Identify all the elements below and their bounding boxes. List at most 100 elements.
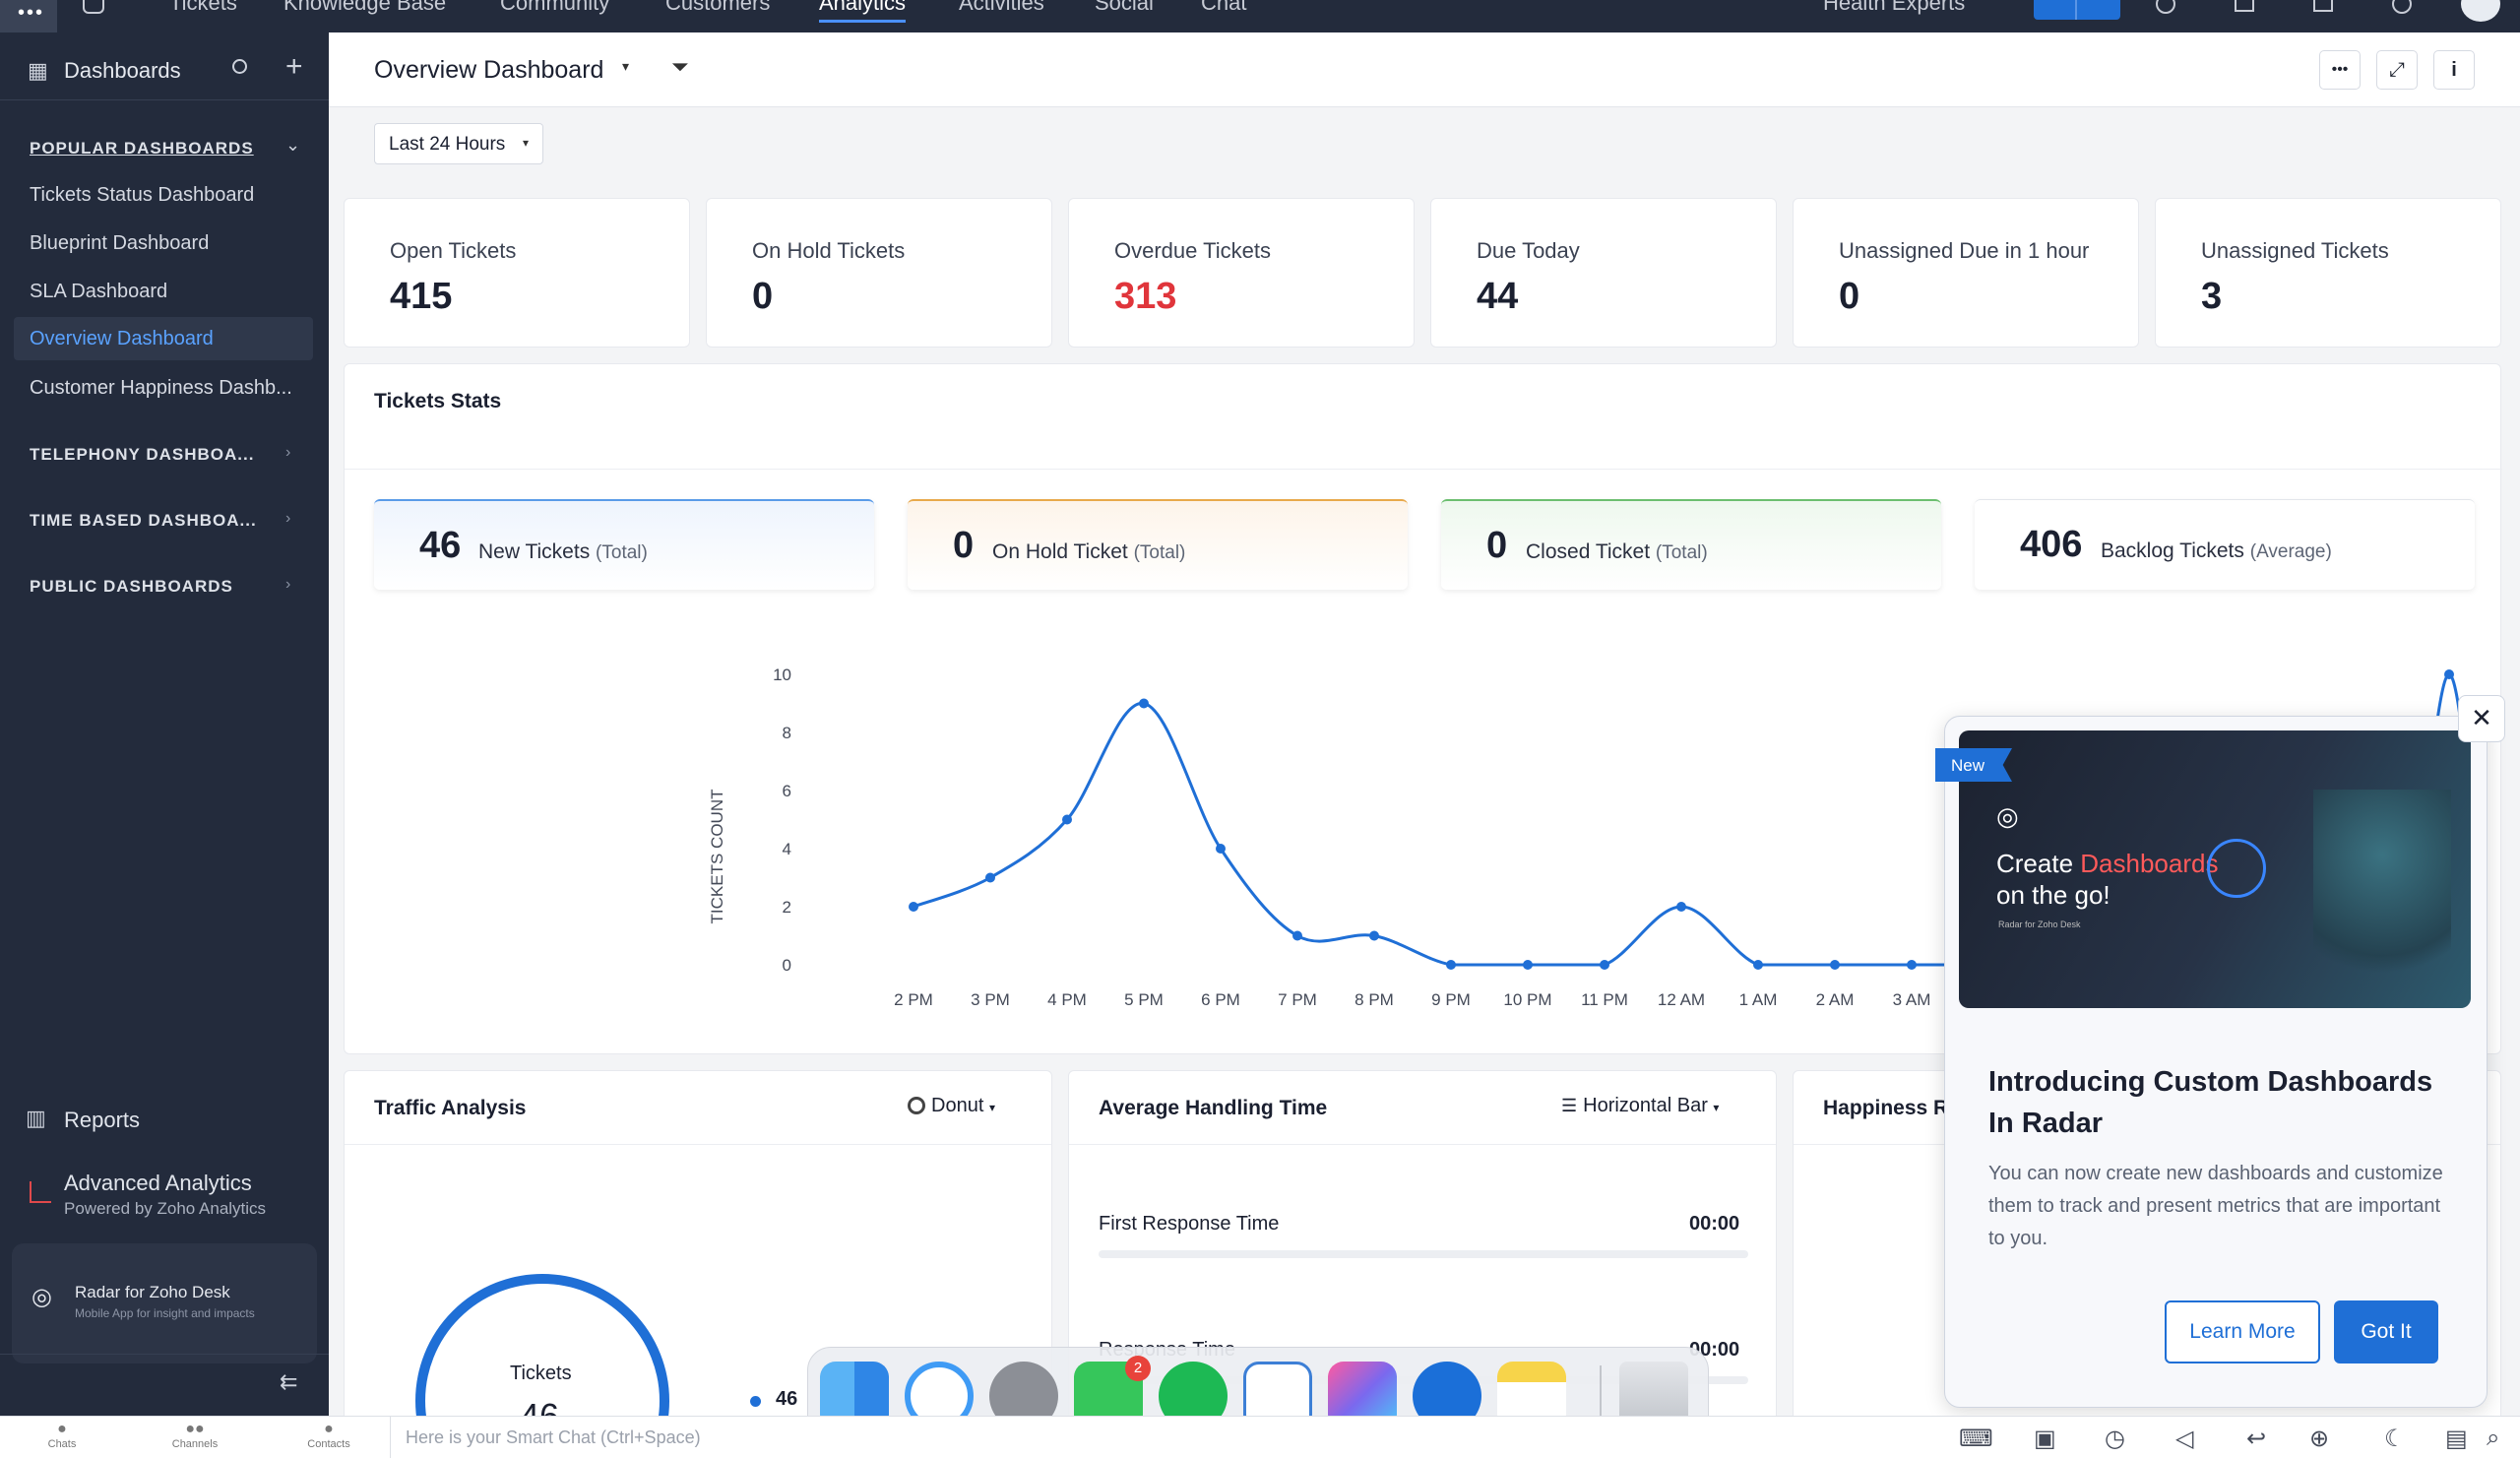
category-telephony[interactable]: TELEPHONY DASHBOA... (30, 445, 254, 465)
nav-customers[interactable]: Customers (665, 0, 770, 16)
promo-image: ◎ Create Dashboards on the go! Radar for… (1959, 730, 2471, 1008)
stat-backlog[interactable]: 406 Backlog Tickets (Average) (1975, 499, 2475, 590)
org-name[interactable]: Health Experts (1823, 0, 1965, 16)
category-time-based[interactable]: TIME BASED DASHBOA... (30, 511, 257, 531)
x-tick-label: 9 PM (1431, 990, 1471, 1009)
more-options-button[interactable]: ••• (2319, 50, 2361, 90)
clock-icon[interactable]: ◷ (2105, 1425, 2125, 1453)
chevron-right-icon[interactable]: › (285, 444, 290, 462)
top-bar: ••• Tickets Knowledge Base Community Cus… (0, 0, 2520, 32)
chart-type-dropdown[interactable]: Donut ▾ (908, 1095, 995, 1117)
legend-value: 46 (776, 1388, 798, 1410)
close-popup-button[interactable]: ✕ (2458, 695, 2505, 742)
got-it-button[interactable]: Got It (2334, 1300, 2438, 1363)
y-tick-label: 2 (783, 898, 791, 917)
caret-down-icon: ▾ (523, 136, 530, 150)
sidebar-item-tickets-status[interactable]: Tickets Status Dashboard (30, 184, 254, 207)
legend-dot (750, 1396, 761, 1407)
divider (345, 469, 2502, 470)
calendar-icon[interactable] (2235, 0, 2254, 12)
tab-channels[interactable]: ●● Channels (165, 1421, 224, 1450)
stat-value: 0 (953, 525, 975, 566)
advanced-analytics-title[interactable]: Advanced Analytics (64, 1171, 252, 1196)
radar-icon: ◎ (32, 1284, 52, 1310)
sidebar-item-sla[interactable]: SLA Dashboard (30, 281, 167, 303)
tab-contacts[interactable]: ● Contacts (299, 1421, 358, 1450)
stat-new-tickets[interactable]: 46 New Tickets (Total) (374, 499, 874, 590)
expand-button[interactable]: ⤢ (2376, 50, 2418, 90)
data-point (1600, 960, 1609, 970)
accessibility-icon[interactable]: ⊕ (2309, 1425, 2329, 1453)
radar-promo-card[interactable]: ◎ Radar for Zoho Desk Mobile App for ins… (12, 1243, 317, 1363)
chevron-right-icon[interactable]: › (285, 576, 290, 594)
reply-icon[interactable]: ↩ (2246, 1425, 2266, 1453)
sidebar-item-overview[interactable]: Overview Dashboard (14, 317, 313, 360)
keyboard-icon[interactable]: ⌨ (1959, 1425, 1993, 1453)
y-tick-label: 10 (773, 666, 791, 684)
sidebar-item-label: Overview Dashboard (30, 328, 214, 349)
avatar[interactable] (2461, 0, 2500, 22)
x-tick-label: 4 PM (1047, 990, 1087, 1009)
help-icon[interactable]: ▤ (2445, 1425, 2468, 1453)
nav-tickets[interactable]: Tickets (169, 0, 237, 16)
chat-bubble-icon[interactable] (83, 0, 104, 14)
nav-analytics[interactable]: Analytics (819, 0, 907, 23)
filter-icon[interactable]: ⏷ (671, 54, 689, 80)
nav-community[interactable]: Community (500, 0, 609, 16)
kpi-overdue-tickets[interactable]: Overdue Tickets 313 (1068, 198, 1415, 348)
info-button[interactable]: i (2433, 50, 2475, 90)
store-icon[interactable] (2313, 0, 2333, 12)
kpi-open-tickets[interactable]: Open Tickets 415 (344, 198, 690, 348)
nav-activities[interactable]: Activities (959, 0, 1044, 16)
stat-value: 46 (419, 525, 462, 566)
donut-icon (908, 1097, 925, 1114)
search-icon[interactable] (2156, 0, 2175, 14)
sidebar-search-icon[interactable] (232, 59, 247, 74)
nav-knowledge-base[interactable]: Knowledge Base (284, 0, 446, 16)
panel-title: Traffic Analysis (374, 1097, 527, 1119)
data-point (1753, 960, 1763, 970)
title-caret-icon[interactable]: ▾ (622, 58, 629, 75)
kpi-label: Due Today (1477, 238, 1580, 263)
chart-type-dropdown[interactable]: ☰ Horizontal Bar ▾ (1561, 1095, 1719, 1117)
kpi-unassigned-tickets[interactable]: Unassigned Tickets 3 (2155, 198, 2501, 348)
smart-chat-input[interactable]: Here is your Smart Chat (Ctrl+Space) (406, 1427, 701, 1448)
category-public[interactable]: PUBLIC DASHBOARDS (30, 577, 233, 597)
reports-link[interactable]: Reports (64, 1108, 140, 1133)
dark-mode-icon[interactable]: ☾ (2384, 1425, 2406, 1453)
kpi-due-today[interactable]: Due Today 44 (1430, 198, 1777, 348)
kpi-unassigned-due[interactable]: Unassigned Due in 1 hour 0 (1793, 198, 2139, 348)
add-dashboard-icon[interactable]: + (285, 50, 303, 84)
kpi-value: 0 (752, 276, 774, 317)
kpi-value: 313 (1114, 276, 1177, 317)
sidebar-item-blueprint[interactable]: Blueprint Dashboard (30, 232, 209, 255)
learn-more-button[interactable]: Learn More (2165, 1300, 2320, 1363)
sidebar-title[interactable]: Dashboards (64, 58, 181, 84)
stat-closed[interactable]: 0 Closed Ticket (Total) (1441, 499, 1941, 590)
tab-chats[interactable]: ● Chats (39, 1421, 85, 1450)
metric-label: First Response Time (1099, 1213, 1280, 1235)
collapse-sidebar-icon[interactable]: ⇇ (280, 1369, 297, 1395)
stat-on-hold[interactable]: 0 On Hold Ticket (Total) (908, 499, 1408, 590)
page-title[interactable]: Overview Dashboard (374, 56, 603, 85)
tab-label: Channels (171, 1438, 219, 1450)
chevron-right-icon[interactable]: › (285, 510, 290, 528)
popular-dashboards-heading[interactable]: POPULAR DASHBOARDS (30, 139, 254, 158)
popup-body: You can now create new dashboards and cu… (1988, 1163, 2443, 1249)
divider (0, 99, 329, 100)
app-grid-icon[interactable]: ••• (0, 0, 57, 32)
new-button[interactable] (2034, 0, 2120, 20)
kpi-on-hold-tickets[interactable]: On Hold Tickets 0 (706, 198, 1052, 348)
stat-label: Closed Ticket (Total) (1526, 540, 1708, 563)
kpi-value: 0 (1839, 276, 1860, 317)
sidebar-item-customer-happiness[interactable]: Customer Happiness Dashb... (30, 377, 292, 400)
caret-down-icon: ▾ (1713, 1101, 1720, 1114)
search-icon[interactable]: ⌕ (2487, 1425, 2499, 1452)
notifications-icon[interactable]: ▣ (2034, 1425, 2056, 1453)
settings-icon[interactable] (2392, 0, 2412, 14)
nav-chat[interactable]: Chat (1201, 0, 1246, 16)
nav-social[interactable]: Social (1095, 0, 1154, 16)
chevron-down-icon[interactable]: ⌄ (285, 135, 300, 156)
time-range-dropdown[interactable]: Last 24 Hours ▾ (374, 123, 543, 164)
announcement-icon[interactable]: ◁ (2175, 1425, 2193, 1453)
